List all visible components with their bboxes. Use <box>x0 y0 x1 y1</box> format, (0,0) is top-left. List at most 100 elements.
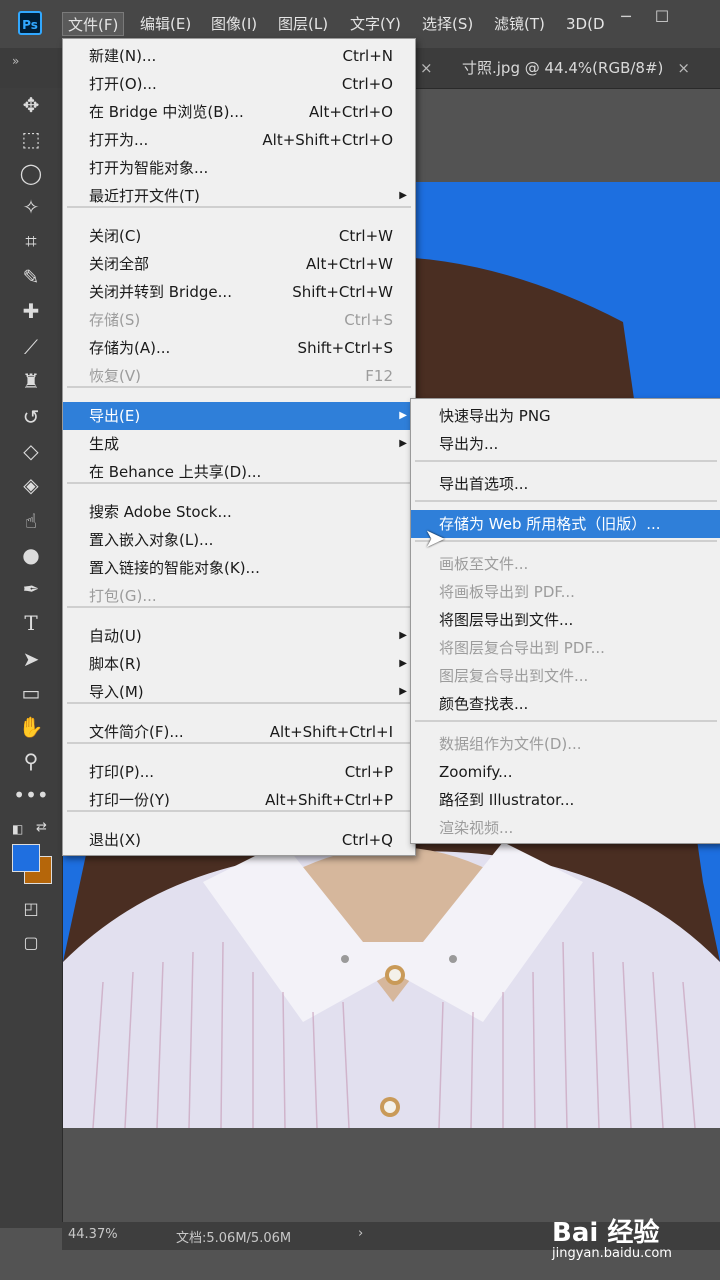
rectangle-icon[interactable]: ▭ <box>13 678 49 708</box>
menu-select[interactable]: 选择(S) <box>417 12 478 36</box>
menu-filter[interactable]: 滤镜(T) <box>489 12 550 36</box>
pen-icon[interactable]: ✒ <box>13 574 49 604</box>
file-menu-item[interactable]: 关闭并转到 Bridge... Shift+Ctrl+W <box>63 278 415 306</box>
move-icon[interactable]: ✥ <box>13 90 49 120</box>
spot-heal-icon[interactable]: ✚ <box>13 296 49 326</box>
menu-item-label: 在 Bridge 中浏览(B)... <box>89 103 244 121</box>
menu-item-label: 打印(P)... <box>89 763 155 781</box>
menu-item-shortcut: Ctrl+N <box>342 47 393 65</box>
lasso-icon[interactable]: ◯ <box>13 158 49 188</box>
hand-icon[interactable]: ✋ <box>13 712 49 742</box>
swap-colors-icon[interactable]: ⇄ <box>36 820 47 835</box>
menu-item-shortcut: Alt+Ctrl+W <box>306 255 393 273</box>
menu-image[interactable]: 图像(I) <box>206 12 262 36</box>
marquee-icon[interactable]: ⬚ <box>13 124 49 154</box>
screen-mode-icon[interactable]: ▢ <box>13 928 49 958</box>
submenu-arrow-icon: ▶ <box>399 630 407 641</box>
menu-item-label: 快速导出为 PNG <box>439 407 551 425</box>
menu-item-shortcut: Alt+Ctrl+O <box>309 103 393 121</box>
menu-item-label: 导出(E) <box>89 407 141 425</box>
file-menu-item[interactable]: 新建(N)... Ctrl+N <box>63 42 415 70</box>
smudge-icon[interactable]: ☝ <box>13 506 49 536</box>
menu-item-label: 导出为... <box>439 435 499 453</box>
menu-item-label: 搜索 Adobe Stock... <box>89 503 232 521</box>
zoom-level[interactable]: 44.37% <box>68 1227 118 1242</box>
eyedropper-icon[interactable]: ✎ <box>13 262 49 292</box>
menu-separator <box>67 606 411 608</box>
file-menu-item[interactable]: 关闭全部 Alt+Ctrl+W <box>63 250 415 278</box>
file-menu-item[interactable]: 置入链接的智能对象(K)... <box>63 554 415 582</box>
file-menu-item[interactable]: 导出(E) ▶ <box>63 402 415 430</box>
more-icon[interactable]: ••• <box>13 780 49 810</box>
history-brush-icon[interactable]: ↺ <box>13 402 49 432</box>
maximize-button[interactable]: ☐ <box>642 6 682 28</box>
minimize-button[interactable]: ─ <box>606 6 646 28</box>
file-menu-item[interactable]: 关闭(C) Ctrl+W <box>63 222 415 250</box>
file-menu-item[interactable]: 退出(X) Ctrl+Q <box>63 826 415 854</box>
export-menu-item[interactable]: 路径到 Illustrator... <box>411 786 720 814</box>
path-select-icon[interactable]: ➤ <box>13 644 49 674</box>
menu-item-shortcut: Ctrl+W <box>338 227 393 245</box>
file-menu-item[interactable]: 打开为智能对象... <box>63 154 415 182</box>
menu-item-label: Zoomify... <box>439 763 513 781</box>
crop-icon[interactable]: ⌗ <box>13 226 49 256</box>
file-menu-item[interactable]: 生成 ▶ <box>63 430 415 458</box>
menu-item-label: 打开为智能对象... <box>89 159 209 177</box>
export-menu-item[interactable]: 将图层导出到文件... <box>411 606 720 634</box>
close-icon[interactable]: × <box>677 59 690 77</box>
brush-icon[interactable]: ⟋ <box>13 332 49 362</box>
export-menu-item[interactable]: 存储为 Web 所用格式（旧版）... <box>411 510 720 538</box>
menu-type[interactable]: 文字(Y) <box>345 12 406 36</box>
file-menu-item[interactable]: 脚本(R) ▶ <box>63 650 415 678</box>
file-menu-item[interactable]: 打开(O)... Ctrl+O <box>63 70 415 98</box>
file-menu-item[interactable]: 打开为... Alt+Shift+Ctrl+O <box>63 126 415 154</box>
export-menu-item: 数据组作为文件(D)... <box>411 730 720 758</box>
export-menu-item[interactable]: Zoomify... <box>411 758 720 786</box>
menu-item-label: 导出首选项... <box>439 475 529 493</box>
file-menu-item[interactable]: 自动(U) ▶ <box>63 622 415 650</box>
type-icon[interactable]: T <box>13 608 49 638</box>
quick-mask-icon[interactable]: ◰ <box>13 894 49 924</box>
menu-item-label: 打开(O)... <box>89 75 157 93</box>
file-menu-item[interactable]: 存储为(A)... Shift+Ctrl+S <box>63 334 415 362</box>
menu-item-label: 关闭(C) <box>89 227 142 245</box>
menu-item-label: 将画板导出到 PDF... <box>439 583 575 601</box>
menu-item-label: 自动(U) <box>89 627 142 645</box>
menu-item-label: 打开为... <box>89 131 149 149</box>
menu-item-shortcut: Ctrl+Q <box>341 831 393 849</box>
export-menu-item[interactable]: 快速导出为 PNG <box>411 402 720 430</box>
zoom-icon[interactable]: ⚲ <box>13 746 49 776</box>
collapse-panel-icon[interactable]: » <box>12 54 19 68</box>
menu-3d[interactable]: 3D(D <box>561 12 611 36</box>
menu-separator <box>415 500 717 502</box>
file-menu-item[interactable]: 搜索 Adobe Stock... <box>63 498 415 526</box>
menu-item-label: 新建(N)... <box>89 47 157 65</box>
file-menu-item[interactable]: 打印(P)... Ctrl+P <box>63 758 415 786</box>
menu-edit[interactable]: 编辑(E) <box>135 12 196 36</box>
eraser-icon[interactable]: ◇ <box>13 436 49 466</box>
file-menu-item[interactable]: 在 Bridge 中浏览(B)... Alt+Ctrl+O <box>63 98 415 126</box>
status-arrow-icon[interactable]: › <box>358 1226 363 1241</box>
menu-separator <box>415 720 717 722</box>
menu-item-shortcut: Ctrl+P <box>344 763 393 781</box>
foreground-color-swatch[interactable] <box>12 844 40 872</box>
stamp-icon[interactable]: ♜ <box>13 366 49 396</box>
export-menu-item: 将画板导出到 PDF... <box>411 578 720 606</box>
menu-item-label: 置入嵌入对象(L)... <box>89 531 214 549</box>
menu-layer[interactable]: 图层(L) <box>273 12 333 36</box>
file-menu-item: 存储(S) Ctrl+S <box>63 306 415 334</box>
fill-icon[interactable]: ◈ <box>13 470 49 500</box>
file-menu-item[interactable]: 置入嵌入对象(L)... <box>63 526 415 554</box>
export-menu-item[interactable]: 导出为... <box>411 430 720 458</box>
dodge-icon[interactable]: ● <box>13 540 49 570</box>
export-menu-item[interactable]: 颜色查找表... <box>411 690 720 718</box>
tools-panel: ✥ ⬚ ◯ ✧ ⌗ ✎ ✚ ⟋ ♜ ↺ ◇ ◈ ☝ ● ✒ T ➤ ▭ ✋ ⚲ … <box>0 88 63 1228</box>
file-menu: 新建(N)... Ctrl+N 打开(O)... Ctrl+O 在 Bridge 中浏览… <box>62 38 416 856</box>
default-colors-icon[interactable]: ◧ <box>12 822 23 836</box>
menu-file[interactable]: 文件(F) <box>62 12 125 36</box>
tab-close-prev[interactable]: × <box>420 48 433 88</box>
magic-wand-icon[interactable]: ✧ <box>13 192 49 222</box>
menu-separator <box>67 742 411 744</box>
tab-document[interactable]: 寸照.jpg @ 44.4%(RGB/8#) × <box>462 48 690 88</box>
export-menu-item[interactable]: 导出首选项... <box>411 470 720 498</box>
